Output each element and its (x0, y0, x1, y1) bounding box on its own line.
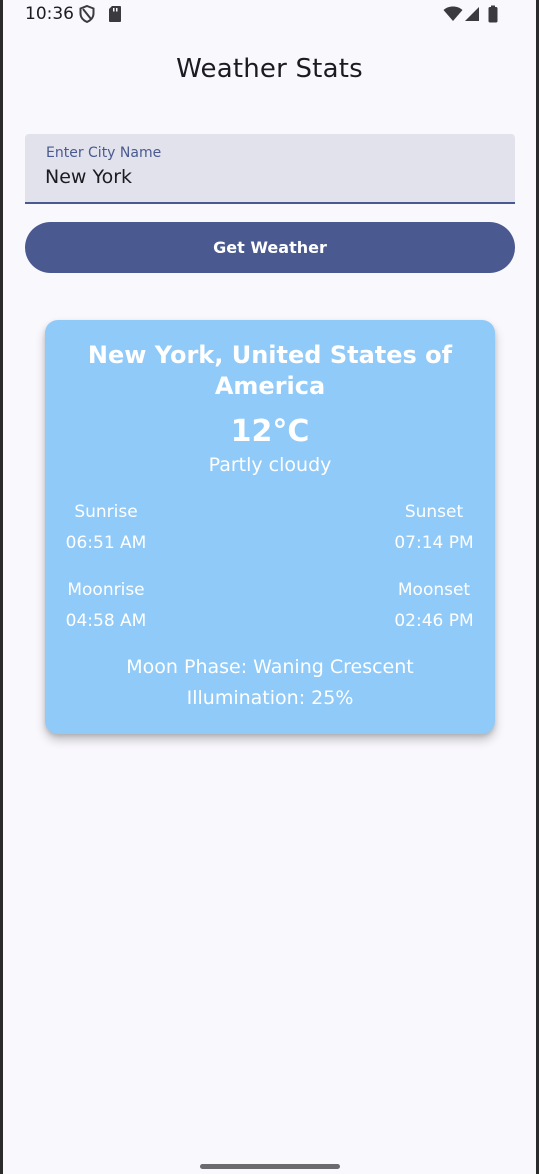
home-indicator[interactable] (200, 1164, 340, 1169)
sunrise-value: 06:51 AM (65, 533, 147, 553)
city-name-input[interactable] (45, 166, 485, 188)
status-time: 10:36 (25, 4, 74, 24)
location-name: New York, United States of America (87, 341, 453, 400)
moonset-stat: Moonset 02:46 PM (364, 579, 504, 632)
city-name-field[interactable]: Enter City Name (25, 134, 515, 204)
sunrise-stat: Sunrise 06:51 AM (36, 501, 176, 554)
moonset-label: Moonset (397, 580, 471, 600)
sunset-value: 07:14 PM (394, 533, 474, 553)
weather-card: New York, United States of America 12°C … (45, 320, 495, 734)
app-screen: 10:36 Weather Stats Enter City Name New … (3, 0, 536, 1174)
page-title: Weather Stats (176, 54, 363, 84)
moonrise-label: Moonrise (67, 580, 145, 600)
sunset-label: Sunset (404, 502, 464, 522)
sd-card-icon (108, 5, 122, 23)
city-name-label: Enter City Name (46, 145, 162, 161)
shield-icon (79, 5, 95, 23)
status-bar: 10:36 (3, 0, 536, 30)
cellular-signal-icon (464, 5, 480, 23)
sunset-stat: Sunset 07:14 PM (364, 501, 504, 554)
moon-phase: Moon Phase: Waning Crescent (126, 656, 414, 678)
moonrise-value: 04:58 AM (65, 611, 147, 631)
temperature: 12°C (230, 414, 310, 449)
sunrise-label: Sunrise (74, 502, 138, 522)
battery-icon (488, 5, 498, 23)
weather-condition: Partly cloudy (208, 454, 332, 476)
moon-illumination: Illumination: 25% (186, 687, 354, 709)
moonset-value: 02:46 PM (394, 611, 474, 631)
wifi-icon (443, 5, 463, 23)
moonrise-stat: Moonrise 04:58 AM (36, 579, 176, 632)
get-weather-button[interactable]: Get Weather (25, 222, 515, 273)
